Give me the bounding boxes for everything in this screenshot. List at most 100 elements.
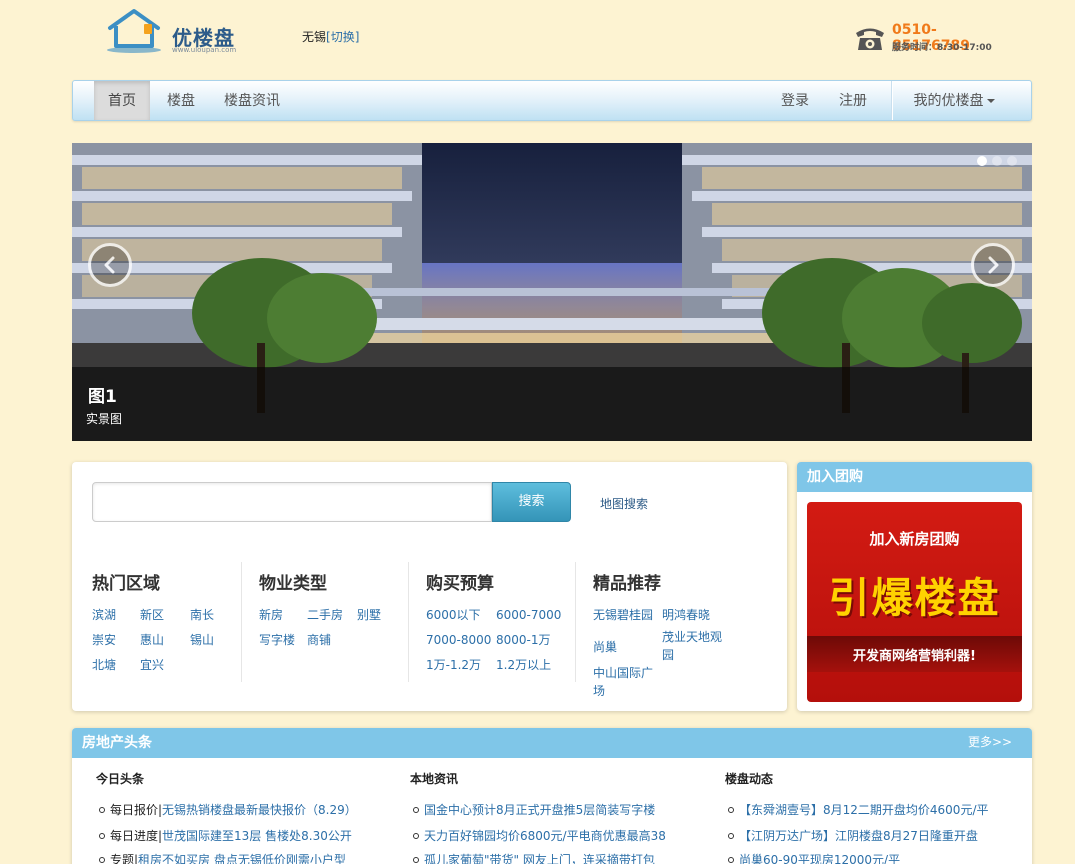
filter-type-link[interactable]: 二手房 bbox=[307, 606, 343, 624]
filter-budget-link[interactable]: 1万-1.2万 bbox=[426, 656, 481, 674]
city-selector: 无锡[切换] bbox=[302, 28, 359, 45]
news-panel: 房地产头条 更多>> 今日头条 每日报价|无锡热销楼盘最新最快报价（8.29） … bbox=[72, 728, 1032, 864]
hero-carousel[interactable]: 图1 实景图 bbox=[72, 143, 1032, 441]
filter-property-types: 物业类型 新房 二手房 别墅 写字楼 商铺 bbox=[259, 562, 409, 682]
carousel-dot-3[interactable] bbox=[1007, 156, 1017, 166]
filter-area-link[interactable]: 滨湖 bbox=[92, 606, 116, 624]
news-item-text: 租房不如买房 盘点无锡低价刚需小户型 bbox=[138, 853, 346, 864]
news-item-text: 尚巢60-90平现房12000元/平 bbox=[739, 853, 901, 864]
nav-my-account[interactable]: 我的优楼盘 bbox=[909, 81, 999, 120]
city-switch-link[interactable]: [切换] bbox=[326, 30, 359, 44]
news-item[interactable]: 每日报价|无锡热销楼盘最新最快报价（8.29） bbox=[99, 801, 357, 818]
news-column-title: 今日头条 bbox=[96, 772, 145, 786]
house-logo-icon bbox=[107, 9, 161, 53]
news-item-prefix: 专题| bbox=[110, 853, 139, 864]
filter-title: 热门区域 bbox=[92, 574, 160, 594]
map-search-link[interactable]: 地图搜索 bbox=[600, 495, 648, 512]
filter-area-link[interactable]: 宜兴 bbox=[140, 656, 164, 674]
filter-featured: 精品推荐 无锡碧桂园 明鸿春晓 尚巢 茂业天地观园 中山国际广场 bbox=[593, 562, 753, 698]
featured-link[interactable]: 茂业天地观园 bbox=[662, 628, 728, 664]
site-logo[interactable]: 优楼盘 www.uloupan.com bbox=[104, 8, 249, 58]
filter-type-link[interactable]: 写字楼 bbox=[259, 631, 295, 649]
featured-link[interactable]: 明鸿春晓 bbox=[662, 606, 710, 624]
nav-my-account-label: 我的优楼盘 bbox=[913, 93, 984, 109]
news-item-prefix: 每日报价| bbox=[110, 803, 163, 817]
filter-area-link[interactable]: 惠山 bbox=[140, 631, 164, 649]
filter-budget-link[interactable]: 8000-1万 bbox=[496, 631, 551, 649]
filter-area-link[interactable]: 北塘 bbox=[92, 656, 116, 674]
carousel-indicators bbox=[977, 156, 1022, 168]
news-column-headlines: 今日头条 每日报价|无锡热销楼盘最新最快报价（8.29） 每日进度|世茂国际建至… bbox=[96, 758, 406, 864]
news-item-text: 【东舜湖壹号】8月12二期开盘均价4600元/平 bbox=[739, 803, 989, 817]
caption-title: 图1 bbox=[88, 387, 117, 407]
news-item-text: 无锡热销楼盘最新最快报价（8.29） bbox=[162, 803, 357, 817]
service-hours: 服务时间：8:30-17:00 bbox=[892, 43, 992, 53]
caret-down-icon bbox=[986, 99, 995, 103]
filter-area-link[interactable]: 南长 bbox=[190, 606, 214, 624]
group-buy-banner[interactable]: 加入新房团购 引爆楼盘 开发商网络营销利器! bbox=[807, 502, 1022, 702]
carousel-prev-button[interactable] bbox=[88, 243, 132, 287]
news-item[interactable]: 专题|租房不如买房 盘点无锡低价刚需小户型 bbox=[99, 851, 346, 864]
filter-area-link[interactable]: 崇安 bbox=[92, 631, 116, 649]
carousel-dot-1[interactable] bbox=[977, 156, 987, 166]
search-button[interactable]: 搜索 bbox=[492, 482, 571, 522]
news-item-prefix: 每日进度| bbox=[110, 829, 163, 843]
nav-register[interactable]: 注册 bbox=[831, 81, 875, 120]
filter-title: 购买预算 bbox=[426, 574, 494, 594]
filter-area-link[interactable]: 锡山 bbox=[190, 631, 214, 649]
nav-properties[interactable]: 楼盘 bbox=[157, 81, 205, 120]
news-column-local: 本地资讯 国金中心预计8月正式开盘推5层简装写字楼 天力百好锦园均价6800元/… bbox=[410, 758, 720, 864]
news-column-title: 楼盘动态 bbox=[725, 772, 774, 786]
search-panel: 搜索 地图搜索 热门区域 滨湖 新区 南长 崇安 惠山 锡山 北塘 宜兴 物业类… bbox=[72, 462, 787, 711]
filter-type-link[interactable]: 别墅 bbox=[357, 606, 381, 624]
banner-line-3: 开发商网络营销利器! bbox=[853, 649, 976, 664]
news-item[interactable]: 天力百好锦园均价6800元/平电商优惠最高38 bbox=[413, 827, 666, 844]
news-item[interactable]: 【江阴万达广场】江阴楼盘8月27日隆重开盘 bbox=[728, 827, 978, 844]
search-input[interactable] bbox=[92, 482, 492, 522]
chevron-right-icon bbox=[988, 256, 999, 274]
filter-budget-link[interactable]: 6000-7000 bbox=[496, 606, 561, 624]
nav-property-news[interactable]: 楼盘资讯 bbox=[216, 81, 288, 120]
banner-line-2: 引爆楼盘 bbox=[828, 574, 1001, 622]
news-item-text: 国金中心预计8月正式开盘推5层简装写字楼 bbox=[424, 803, 656, 817]
site-header: 优楼盘 www.uloupan.com 无锡[切换] 0510-85176789… bbox=[0, 0, 1075, 80]
news-item[interactable]: 孤儿家葡萄"带货" 网友上门，连采摘带打包 bbox=[413, 851, 655, 864]
news-item-text: 孤儿家葡萄"带货" 网友上门，连采摘带打包 bbox=[424, 853, 655, 864]
carousel-next-button[interactable] bbox=[971, 243, 1015, 287]
featured-link[interactable]: 无锡碧桂园 bbox=[593, 606, 653, 624]
banner-line-1: 加入新房团购 bbox=[869, 530, 960, 548]
filter-budget-link[interactable]: 6000以下 bbox=[426, 606, 481, 624]
news-item[interactable]: 【东舜湖壹号】8月12二期开盘均价4600元/平 bbox=[728, 801, 989, 818]
caption-subtitle: 实景图 bbox=[86, 412, 123, 426]
featured-link[interactable]: 中山国际广场 bbox=[593, 664, 659, 700]
banner-band: 开发商网络营销利器! bbox=[807, 636, 1022, 672]
chevron-left-icon bbox=[104, 256, 115, 274]
filter-type-link[interactable]: 商铺 bbox=[307, 631, 331, 649]
carousel-caption: 图1 实景图 bbox=[72, 367, 1032, 441]
news-item[interactable]: 尚巢60-90平现房12000元/平 bbox=[727, 851, 901, 864]
news-item[interactable]: 国金中心预计8月正式开盘推5层简装写字楼 bbox=[412, 801, 656, 818]
filter-title: 精品推荐 bbox=[593, 574, 661, 594]
nav-home[interactable]: 首页 bbox=[94, 81, 150, 120]
filter-budget-link[interactable]: 1.2万以上 bbox=[496, 656, 551, 674]
news-item-text: 天力百好锦园均价6800元/平电商优惠最高38 bbox=[424, 829, 666, 843]
news-header: 房地产头条 更多>> bbox=[72, 728, 1032, 758]
telephone-icon bbox=[856, 28, 884, 50]
carousel-dot-2[interactable] bbox=[992, 156, 1002, 166]
news-item-text: 世茂国际建至13层 售楼处8.30公开 bbox=[162, 829, 352, 843]
news-title: 房地产头条 bbox=[82, 735, 152, 751]
group-buy-title: 加入团购 bbox=[797, 462, 1032, 492]
nav-login[interactable]: 登录 bbox=[773, 81, 817, 120]
filter-area-link[interactable]: 新区 bbox=[140, 606, 164, 624]
filter-budget: 购买预算 6000以下 6000-7000 7000-8000 8000-1万 … bbox=[426, 562, 576, 682]
contact-phone: 0510-85176789 服务时间：8:30-17:00 bbox=[854, 20, 1014, 56]
news-more-link[interactable]: 更多>> bbox=[968, 733, 1012, 750]
filter-type-link[interactable]: 新房 bbox=[259, 606, 283, 624]
news-item[interactable]: 每日进度|世茂国际建至13层 售楼处8.30公开 bbox=[99, 827, 352, 844]
filter-budget-link[interactable]: 7000-8000 bbox=[426, 631, 491, 649]
filter-title: 物业类型 bbox=[259, 574, 327, 594]
featured-link[interactable]: 尚巢 bbox=[593, 638, 617, 656]
news-column-title: 本地资讯 bbox=[410, 772, 459, 786]
filter-hot-areas: 热门区域 滨湖 新区 南长 崇安 惠山 锡山 北塘 宜兴 bbox=[92, 562, 242, 682]
nav-divider bbox=[891, 81, 893, 120]
